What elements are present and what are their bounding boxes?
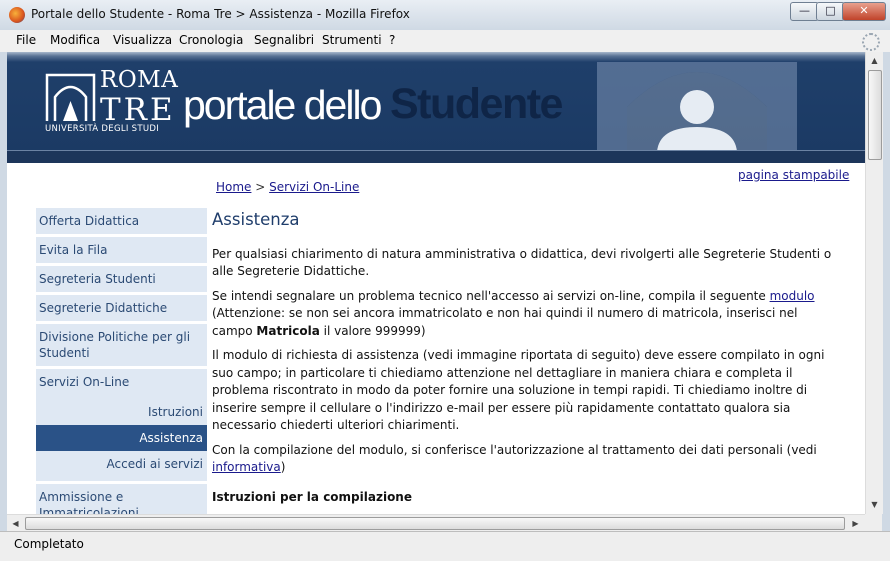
breadcrumb-separator: > bbox=[251, 180, 270, 194]
firefox-icon bbox=[9, 7, 25, 23]
sidebar-subitem-assistenza[interactable]: Assistenza bbox=[36, 425, 207, 451]
sidebar-subitem-accedi[interactable]: Accedi ai servizi bbox=[36, 451, 207, 481]
sidebar-menu: Offerta Didattica Evita la Fila Segreter… bbox=[36, 208, 207, 514]
menu-bar: File Modifica Visualizza Cronologia Segn… bbox=[0, 30, 890, 53]
menu-modifica[interactable]: Modifica bbox=[50, 33, 100, 47]
sidebar-item-divisione-politiche[interactable]: Divisione Politiche per gli Studenti bbox=[36, 324, 207, 366]
printable-page-link[interactable]: pagina stampabile bbox=[738, 168, 849, 182]
roma-tre-logo-icon bbox=[45, 73, 96, 121]
breadcrumb-servizi-online[interactable]: Servizi On-Line bbox=[269, 180, 359, 194]
window-frame-left bbox=[0, 52, 7, 531]
matricola-label: Matricola bbox=[256, 323, 320, 338]
subheading-istruzioni: Istruzioni per la compilazione bbox=[212, 489, 412, 504]
main-content: Assistenza Per qualsiasi chiarimento di … bbox=[212, 208, 840, 513]
menu-help[interactable]: ? bbox=[389, 33, 395, 47]
scroll-up-arrow-icon[interactable]: ▲ bbox=[868, 53, 881, 68]
menu-strumenti[interactable]: Strumenti bbox=[322, 33, 382, 47]
text-span: ) bbox=[280, 460, 286, 474]
window-title: Portale dello Studente - Roma Tre > Assi… bbox=[31, 7, 410, 21]
sidebar-item-segreterie-didattiche[interactable]: Segreterie Didattiche bbox=[36, 295, 207, 321]
status-text: Completato bbox=[14, 537, 84, 551]
scrollbar-corner bbox=[865, 514, 882, 531]
scroll-left-arrow-icon[interactable]: ◀ bbox=[8, 516, 23, 531]
minimize-button[interactable]: — bbox=[790, 2, 819, 21]
menu-file[interactable]: File bbox=[16, 33, 36, 47]
sidebar-subitem-istruzioni[interactable]: Istruzioni bbox=[36, 399, 207, 425]
brand-portale: portale dello bbox=[183, 82, 382, 128]
scroll-right-arrow-icon[interactable]: ▶ bbox=[848, 516, 863, 531]
site-banner: ROMA TRE UNIVERSITÀ DEGLI STUDI portale … bbox=[7, 52, 865, 163]
modulo-link[interactable]: modulo bbox=[770, 289, 815, 303]
menu-visualizza[interactable]: Visualizza bbox=[113, 33, 172, 47]
informativa-link[interactable]: informativa bbox=[212, 460, 281, 474]
text-span: Se intendi segnalare un problema tecnico… bbox=[212, 288, 770, 303]
page-title: Assistenza bbox=[212, 210, 300, 229]
paragraph-problem-report: Se intendi segnalare un problema tecnico… bbox=[212, 288, 840, 341]
sidebar-item-evita-la-fila[interactable]: Evita la Fila bbox=[36, 237, 207, 263]
window-frame-right bbox=[882, 52, 890, 531]
sidebar-item-segreteria-studenti[interactable]: Segreteria Studenti bbox=[36, 266, 207, 292]
breadcrumb-home[interactable]: Home bbox=[216, 180, 251, 194]
student-silhouette-icon bbox=[597, 62, 797, 152]
logo-tre: TRE bbox=[100, 92, 176, 128]
vertical-scrollbar[interactable]: ▲ ▼ bbox=[865, 52, 883, 514]
throbber-icon bbox=[862, 33, 880, 51]
banner-bottom-strip bbox=[7, 150, 865, 163]
paragraph-contacts: Per qualsiasi chiarimento di natura ammi… bbox=[212, 246, 832, 279]
maximize-button[interactable]: □ bbox=[816, 2, 845, 21]
vertical-scroll-thumb[interactable] bbox=[868, 70, 882, 160]
status-bar: Completato bbox=[0, 531, 890, 561]
paragraph-form-instructions: Il modulo di richiesta di assistenza (ve… bbox=[212, 348, 825, 432]
sidebar-item-ammissione[interactable]: Ammissione e Immatricolazioni bbox=[36, 484, 207, 514]
text-span: il valore 999999) bbox=[319, 323, 426, 338]
page-viewport: ROMA TRE UNIVERSITÀ DEGLI STUDI portale … bbox=[7, 52, 865, 514]
menu-cronologia[interactable]: Cronologia bbox=[179, 33, 243, 47]
logo-roma: ROMA bbox=[100, 67, 179, 93]
logo-university: UNIVERSITÀ DEGLI STUDI bbox=[45, 124, 160, 134]
sidebar-item-offerta-didattica[interactable]: Offerta Didattica bbox=[36, 208, 207, 234]
breadcrumb: Home > Servizi On-Line bbox=[216, 180, 359, 194]
text-span: Con la compilazione del modulo, si confe… bbox=[212, 442, 817, 457]
menu-segnalibri[interactable]: Segnalibri bbox=[254, 33, 314, 47]
sidebar-item-servizi-online[interactable]: Servizi On-Line bbox=[36, 369, 207, 399]
horizontal-scrollbar[interactable]: ◀ ▶ bbox=[7, 514, 865, 532]
window-titlebar: Portale dello Studente - Roma Tre > Assi… bbox=[0, 0, 890, 31]
horizontal-scroll-thumb[interactable] bbox=[25, 517, 845, 530]
scroll-down-arrow-icon[interactable]: ▼ bbox=[868, 497, 881, 512]
paragraph-privacy: Con la compilazione del modulo, si confe… bbox=[212, 442, 840, 477]
close-button[interactable]: ✕ bbox=[842, 2, 886, 21]
brand-studente: Studente bbox=[390, 80, 563, 128]
